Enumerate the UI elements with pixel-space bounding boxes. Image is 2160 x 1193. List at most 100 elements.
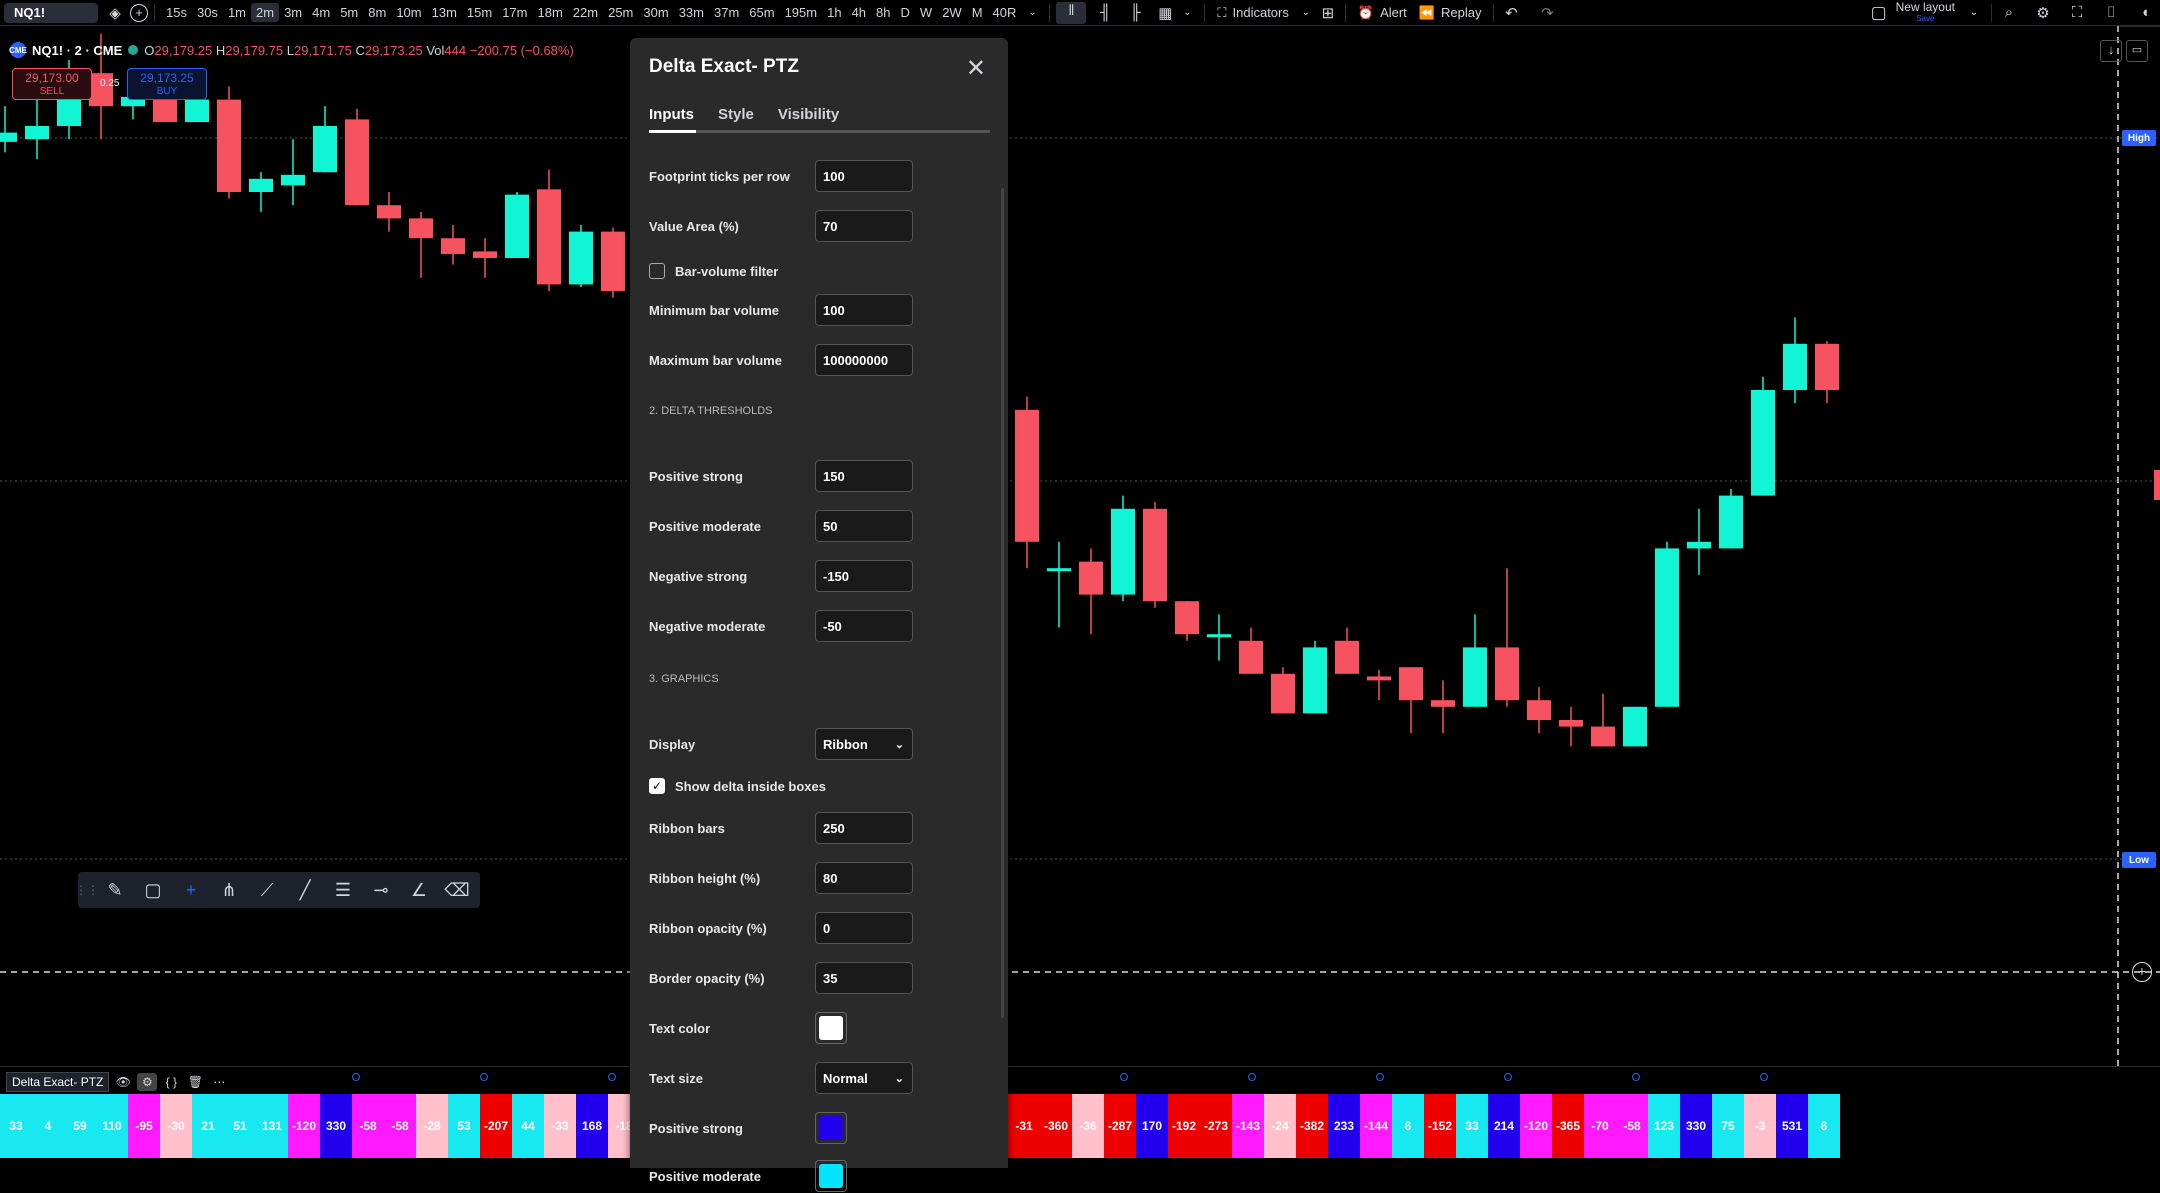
brush-icon[interactable]: ✎ (96, 872, 134, 908)
negative-strong-input[interactable]: -150 (815, 560, 913, 592)
horizontal-ray-icon[interactable]: ⊸ (362, 872, 400, 908)
timeframe-195m[interactable]: 195m (780, 5, 823, 20)
timeframe-15m[interactable]: 15m (462, 5, 497, 20)
delete-icon[interactable]: 🗑 (185, 1073, 205, 1091)
redo-icon[interactable]: ↷ (1536, 2, 1558, 24)
publish-icon[interactable]: ◖ (2134, 2, 2156, 24)
more-icon[interactable]: ⋯ (209, 1073, 229, 1091)
min-bar-volume-input[interactable]: 100 (815, 294, 913, 326)
text-color-swatch[interactable] (815, 1012, 847, 1044)
timeframe-40R[interactable]: 40R (988, 5, 1022, 20)
quick-search-icon[interactable]: ⌕ (1998, 2, 2020, 24)
fullscreen-icon[interactable]: ⛶ (2066, 2, 2088, 24)
pane-divider[interactable] (0, 1066, 2160, 1067)
timeframe-15s[interactable]: 15s (161, 5, 192, 20)
max-bar-volume-input[interactable]: 100000000 (815, 344, 913, 376)
add-symbol-icon[interactable]: + (130, 3, 148, 22)
timeframe-3m[interactable]: 3m (279, 5, 307, 20)
hollow-candles-icon[interactable]: ╟ (1124, 2, 1146, 24)
layout-menu[interactable]: New layout Save (1896, 1, 1955, 24)
pitchfork-icon[interactable]: ⋔ (210, 872, 248, 908)
timeframe-M[interactable]: M (967, 5, 988, 20)
negative-moderate-input[interactable]: -50 (815, 610, 913, 642)
ribbon-height-input[interactable]: 80 (815, 862, 913, 894)
add-crosshair-icon[interactable]: + (2132, 962, 2152, 982)
positive-moderate-color-swatch[interactable] (815, 1160, 847, 1192)
tab-style[interactable]: Style (718, 106, 754, 123)
timeframe-2m[interactable]: 2m (251, 3, 280, 22)
camera-icon[interactable]: ⌷ (2100, 2, 2122, 24)
fib-fan-icon[interactable]: ⟋ (248, 872, 286, 908)
chevron-down-icon[interactable]: ⌄ (1021, 2, 1043, 24)
timeframe-10m[interactable]: 10m (391, 5, 426, 20)
indicators-button[interactable]: ⛶ Indicators (1211, 5, 1294, 21)
text-size-select[interactable]: Normal ⌄ (815, 1062, 913, 1094)
timeframe-30m[interactable]: 30m (638, 5, 673, 20)
restore-button[interactable]: ▭ (2126, 40, 2148, 62)
ribbon-opacity-input[interactable]: 0 (815, 912, 913, 944)
timeframe-37m[interactable]: 37m (709, 5, 744, 20)
replay-button[interactable]: ⏪ Replay (1413, 5, 1488, 21)
positive-moderate-input[interactable]: 50 (815, 510, 913, 542)
timeframe-8m[interactable]: 8m (363, 5, 391, 20)
drag-handle-icon[interactable]: ⋮⋮ (75, 872, 99, 908)
timeframe-1h[interactable]: 1h (822, 5, 846, 20)
timeframe-17m[interactable]: 17m (497, 5, 532, 20)
timeframe-5m[interactable]: 5m (335, 5, 363, 20)
timeframe-22m[interactable]: 22m (568, 5, 603, 20)
chevron-down-icon[interactable]: ⌄ (1176, 2, 1198, 24)
tab-visibility[interactable]: Visibility (778, 106, 839, 123)
scroll-down-button[interactable]: ↓ (2100, 40, 2122, 62)
eraser-icon[interactable]: ⌫ (438, 872, 476, 908)
chevron-down-icon[interactable]: ⌄ (1963, 2, 1985, 24)
templates-icon[interactable]: ⊞ (1317, 2, 1339, 24)
show-delta-checkbox[interactable]: ✓ (649, 778, 665, 794)
sell-button[interactable]: 29,173.00 SELL (12, 68, 92, 100)
timeframe-30s[interactable]: 30s (192, 5, 223, 20)
tab-inputs[interactable]: Inputs (649, 106, 694, 123)
close-icon[interactable]: ✕ (966, 54, 986, 83)
angle-line-icon[interactable]: ∠ (400, 872, 438, 908)
positive-strong-color-swatch[interactable] (815, 1112, 847, 1144)
timeframe-18m[interactable]: 18m (533, 5, 568, 20)
bar-chart-icon[interactable]: ╢ (1094, 2, 1116, 24)
settings-icon[interactable]: ⚙ (137, 1073, 158, 1091)
timeframe-4h[interactable]: 4h (847, 5, 871, 20)
timeframe-25m[interactable]: 25m (603, 5, 638, 20)
indicator-name[interactable]: Delta Exact- PTZ (6, 1072, 110, 1092)
undo-icon[interactable]: ↶ (1500, 2, 1522, 24)
footprint-ticks-input[interactable]: 100 (815, 160, 913, 192)
symbol-search[interactable]: NQ1! (4, 2, 98, 23)
timeframe-2W[interactable]: 2W (937, 5, 967, 20)
positive-strong-input[interactable]: 150 (815, 460, 913, 492)
timeframe-13m[interactable]: 13m (427, 5, 462, 20)
eye-icon[interactable]: 👁 (113, 1073, 133, 1091)
timeframe-D[interactable]: D (896, 5, 915, 20)
crosshair-icon[interactable]: + (172, 872, 210, 908)
bar-volume-filter-checkbox[interactable] (649, 263, 665, 279)
timeframe-1m[interactable]: 1m (223, 5, 251, 20)
trend-line-icon[interactable]: ╱ (286, 872, 324, 908)
grid-chart-icon[interactable]: ▦ (1154, 2, 1176, 24)
timeframe-4m[interactable]: 4m (307, 5, 335, 20)
display-select[interactable]: Ribbon ⌄ (815, 728, 913, 760)
layout-square-icon[interactable]: ▢ (1868, 2, 1890, 24)
candles-icon[interactable]: 𝍪 (1056, 1, 1087, 24)
alert-button[interactable]: ⏰ Alert (1352, 5, 1413, 21)
buy-button[interactable]: 29,173.25 BUY (127, 68, 207, 100)
value-area-input[interactable]: 70 (815, 210, 913, 242)
timeframe-W[interactable]: W (915, 5, 937, 20)
dialog-scrollbar[interactable] (1001, 188, 1004, 1018)
fib-retracement-icon[interactable]: ☰ (324, 872, 362, 908)
chevron-down-icon[interactable]: ⌄ (1295, 2, 1317, 24)
ribbon-bars-input[interactable]: 250 (815, 812, 913, 844)
rectangle-icon[interactable]: ▢ (134, 872, 172, 908)
diamond-icon[interactable]: ◈ (104, 2, 126, 24)
source-code-icon[interactable]: { } (161, 1073, 181, 1091)
price-chart[interactable] (0, 26, 2160, 1066)
legend-symbol[interactable]: NQ1! · 2 · CME (32, 43, 122, 58)
border-opacity-input[interactable]: 35 (815, 962, 913, 994)
timeframe-65m[interactable]: 65m (744, 5, 779, 20)
settings-gear-icon[interactable]: ⚙ (2032, 2, 2054, 24)
timeframe-8h[interactable]: 8h (871, 5, 895, 20)
